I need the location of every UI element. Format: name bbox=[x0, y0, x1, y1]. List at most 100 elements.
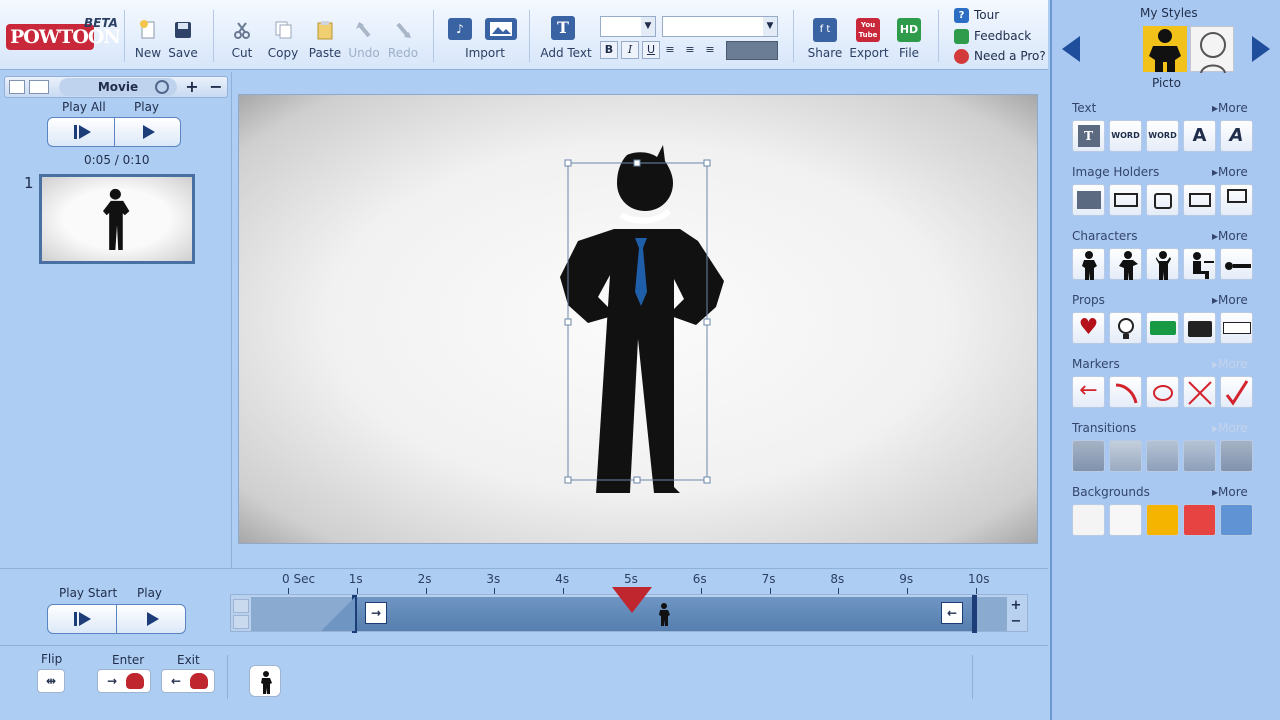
lightbulb-icon[interactable] bbox=[1109, 312, 1142, 344]
copy-button[interactable]: Copy bbox=[265, 20, 301, 60]
tick-label: 6s bbox=[692, 572, 707, 586]
bold-button[interactable]: B bbox=[600, 41, 618, 59]
check-marker-icon[interactable] bbox=[1220, 376, 1253, 408]
share-button[interactable]: Share bbox=[805, 20, 845, 60]
timeline-play-button[interactable] bbox=[117, 605, 186, 633]
exit-hand-icon[interactable] bbox=[190, 673, 208, 689]
flip-button[interactable]: ⇹ bbox=[37, 669, 65, 693]
background-grid-swatch[interactable] bbox=[1109, 504, 1142, 536]
circle-marker-icon[interactable] bbox=[1146, 376, 1179, 408]
align-left-icon[interactable]: ≡ bbox=[661, 41, 679, 59]
transition-3-icon[interactable] bbox=[1146, 440, 1179, 472]
enter-hand-icon[interactable] bbox=[126, 673, 144, 689]
playhead-marker[interactable] bbox=[612, 587, 652, 613]
save-button[interactable]: Save bbox=[168, 20, 198, 60]
object-bar[interactable]: → ← bbox=[352, 595, 977, 633]
align-center-icon[interactable]: ≡ bbox=[681, 41, 699, 59]
picto-style-icon bbox=[1149, 29, 1181, 72]
add-text-button[interactable]: Add Text bbox=[538, 20, 594, 60]
align-right-icon[interactable]: ≡ bbox=[701, 41, 719, 59]
text-tile-plain[interactable]: T bbox=[1072, 120, 1105, 152]
play-all-button[interactable] bbox=[48, 118, 115, 146]
enter-slide-icon[interactable]: → bbox=[100, 671, 124, 691]
track-down-icon[interactable] bbox=[233, 615, 249, 629]
redo-button[interactable]: Redo bbox=[386, 20, 420, 60]
file-button[interactable]: File bbox=[893, 20, 925, 60]
tick-label: 5s bbox=[624, 572, 638, 586]
zoom-out-icon[interactable]: − bbox=[1007, 615, 1025, 629]
underline-button[interactable]: U bbox=[642, 41, 660, 59]
image-holder-frame-icon[interactable] bbox=[1109, 184, 1142, 216]
remove-slide-icon[interactable]: − bbox=[205, 77, 227, 97]
speech-bubble-icon[interactable] bbox=[1220, 312, 1253, 344]
exit-slide-icon[interactable]: ← bbox=[164, 671, 188, 691]
character-standing-icon[interactable] bbox=[1072, 248, 1105, 280]
styles-prev-arrow-icon[interactable] bbox=[1062, 36, 1080, 62]
x-marker-icon[interactable] bbox=[1183, 376, 1216, 408]
section-image-holders-more[interactable]: ▸More bbox=[1212, 165, 1248, 179]
text-color-select[interactable] bbox=[726, 41, 778, 60]
character-pointing-icon[interactable] bbox=[1109, 248, 1142, 280]
exit-handle[interactable] bbox=[972, 595, 977, 633]
background-blue-swatch[interactable] bbox=[1220, 504, 1253, 536]
section-transitions-title: Transitions bbox=[1072, 421, 1137, 435]
italic-button[interactable]: I bbox=[621, 41, 639, 59]
enter-arrow-icon[interactable]: → bbox=[365, 602, 387, 624]
text-tile-letter1[interactable]: A bbox=[1183, 120, 1216, 152]
zoom-in-icon[interactable]: + bbox=[1007, 599, 1025, 613]
heart-icon[interactable]: ♥ bbox=[1072, 312, 1105, 344]
transition-1-icon[interactable] bbox=[1072, 440, 1105, 472]
slide-thumbnail[interactable] bbox=[39, 174, 195, 264]
save-label: Save bbox=[168, 46, 198, 60]
cut-button[interactable]: Cut bbox=[226, 20, 258, 60]
briefcase-icon[interactable] bbox=[1183, 312, 1216, 344]
stick-figure-character[interactable] bbox=[560, 145, 724, 493]
curve-marker-icon[interactable] bbox=[1109, 376, 1142, 408]
background-white-swatch[interactable] bbox=[1072, 504, 1105, 536]
background-yellow-swatch[interactable] bbox=[1146, 504, 1179, 536]
character-sitting-icon[interactable] bbox=[1183, 248, 1216, 280]
slides-view-icon[interactable] bbox=[9, 80, 25, 94]
section-backgrounds-more[interactable]: ▸More bbox=[1212, 485, 1248, 499]
transition-4-icon[interactable] bbox=[1183, 440, 1216, 472]
section-props-more[interactable]: ▸More bbox=[1212, 293, 1248, 307]
image-holder-photo-icon[interactable] bbox=[1072, 184, 1105, 216]
paste-label: Paste bbox=[308, 46, 342, 60]
canvas-stage[interactable] bbox=[238, 94, 1038, 544]
new-button[interactable]: New bbox=[133, 20, 163, 60]
text-tile-letter2[interactable]: A bbox=[1220, 120, 1253, 152]
font-family-select[interactable]: ▼ bbox=[662, 16, 778, 37]
style-picto-thumb[interactable] bbox=[1143, 26, 1187, 72]
arrow-marker-icon[interactable]: ← bbox=[1072, 376, 1105, 408]
text-tile-word1[interactable]: WORD bbox=[1109, 120, 1142, 152]
character-arms-up-icon[interactable] bbox=[1146, 248, 1179, 280]
background-red-swatch[interactable] bbox=[1183, 504, 1216, 536]
track-up-icon[interactable] bbox=[233, 599, 249, 613]
undo-button[interactable]: Undo bbox=[347, 20, 381, 60]
time-readout: 0:05 / 0:10 bbox=[84, 153, 150, 167]
money-icon[interactable] bbox=[1146, 312, 1179, 344]
image-holder-monitor-icon[interactable] bbox=[1220, 184, 1253, 216]
font-size-select[interactable]: ▼ bbox=[600, 16, 656, 37]
transition-2-icon[interactable] bbox=[1109, 440, 1142, 472]
tick-label: 8s bbox=[830, 572, 845, 586]
styles-next-arrow-icon[interactable] bbox=[1252, 36, 1270, 62]
play-start-button[interactable] bbox=[48, 605, 117, 633]
export-button[interactable]: Export bbox=[849, 20, 889, 60]
transition-5-icon[interactable] bbox=[1220, 440, 1253, 472]
import-button[interactable]: Import bbox=[460, 20, 510, 60]
character-lying-icon[interactable] bbox=[1220, 248, 1253, 280]
text-tile-word2[interactable]: WORD bbox=[1146, 120, 1179, 152]
object-selector[interactable] bbox=[249, 665, 281, 697]
grid-view-icon[interactable] bbox=[29, 80, 49, 94]
section-text-more[interactable]: ▸More bbox=[1212, 101, 1248, 115]
image-holder-laptop-icon[interactable] bbox=[1183, 184, 1216, 216]
add-slide-icon[interactable]: + bbox=[181, 77, 203, 97]
image-holder-tv-icon[interactable] bbox=[1146, 184, 1179, 216]
settings-icon[interactable] bbox=[155, 80, 169, 94]
play-button[interactable] bbox=[115, 118, 181, 146]
paste-button[interactable]: Paste bbox=[306, 20, 344, 60]
style-sketch-thumb[interactable] bbox=[1190, 26, 1234, 74]
section-characters-more[interactable]: ▸More bbox=[1212, 229, 1248, 243]
exit-arrow-icon[interactable]: ← bbox=[941, 602, 963, 624]
